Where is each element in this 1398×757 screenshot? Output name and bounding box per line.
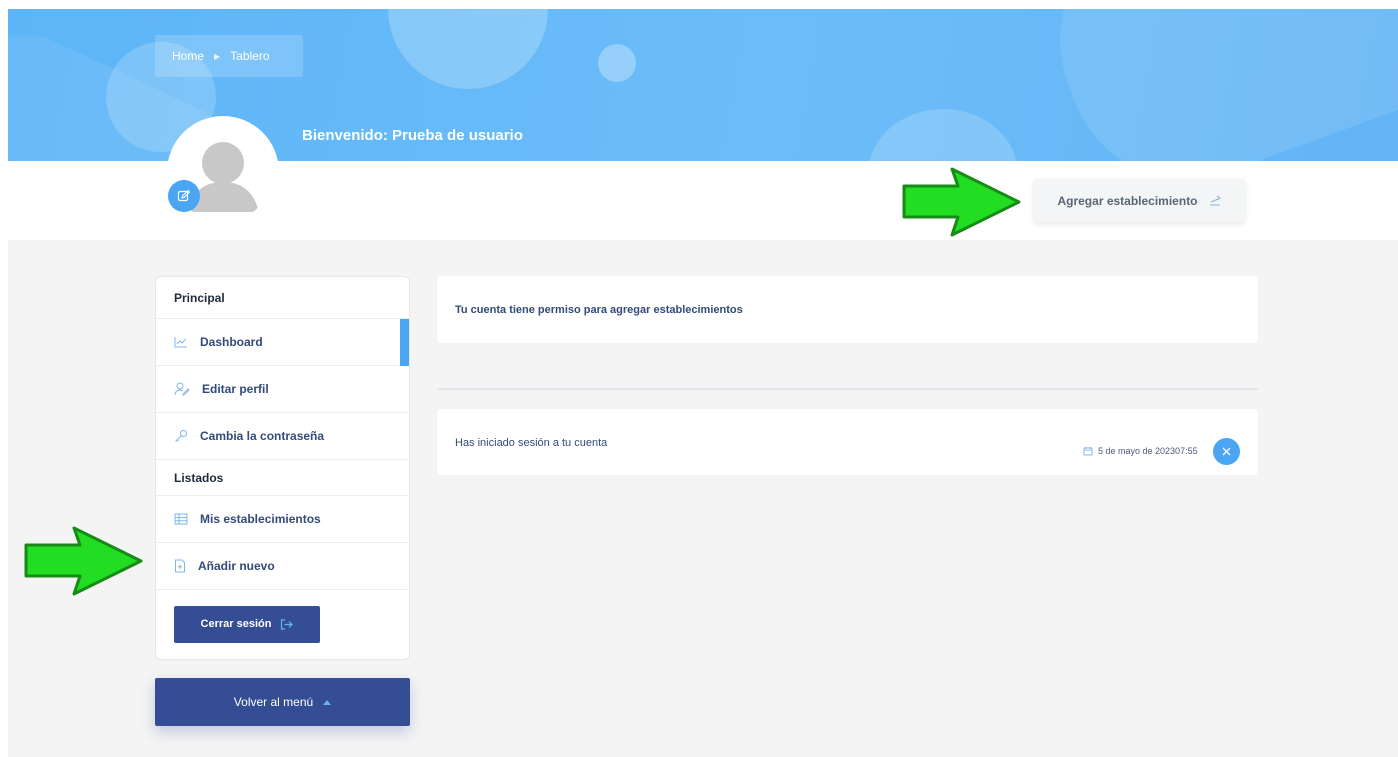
logout-label: Cerrar sesión [200, 618, 272, 630]
decorative-circle [868, 109, 1018, 161]
permission-notice-card: Tu cuenta tiene permiso para agregar est… [437, 276, 1258, 343]
active-indicator [400, 319, 409, 366]
decorative-circle [598, 44, 636, 82]
decorative-circle [388, 9, 548, 89]
sidebar-item-change-password[interactable]: Cambia la contraseña [156, 413, 409, 460]
edit-icon [177, 189, 191, 202]
breadcrumb: Home ▶ Tablero [155, 35, 303, 77]
add-establishment-label: Agregar establecimiento [1057, 193, 1198, 208]
login-notification-date: 5 de mayo de 202307:55 [1083, 446, 1198, 456]
login-notification-date-text: 5 de mayo de 202307:55 [1098, 446, 1198, 456]
breadcrumb-home-link[interactable]: Home [172, 49, 204, 63]
sidebar-item-edit-profile[interactable]: Editar perfil [156, 366, 409, 413]
sidebar-section-principal: Principal [156, 277, 409, 319]
sidebar-item-label: Dashboard [200, 335, 263, 349]
welcome-title: Bienvenido: Prueba de usuario [302, 127, 523, 144]
divider [437, 388, 1258, 390]
sidebar-item-dashboard[interactable]: Dashboard [156, 319, 409, 366]
sidebar-item-label: Cambia la contraseña [200, 429, 325, 443]
chart-icon [174, 337, 187, 348]
calendar-icon [1083, 447, 1093, 456]
sidebar-item-label: Añadir nuevo [198, 559, 275, 573]
logout-container: Cerrar sesión [156, 590, 409, 658]
annotation-arrow-icon [24, 526, 143, 596]
sidebar-item-add-new[interactable]: Añadir nuevo [156, 543, 409, 590]
sidebar-item-label: Editar perfil [202, 382, 269, 396]
back-to-menu-button[interactable]: Volver al menú [155, 678, 410, 726]
breadcrumb-separator-icon: ▶ [214, 51, 221, 61]
sidebar-section-listados: Listados [156, 460, 409, 496]
file-add-icon [175, 559, 185, 573]
table-icon [174, 513, 188, 525]
login-notification-message: Has iniciado sesión a tu cuenta [455, 437, 608, 449]
annotation-arrow-icon [902, 167, 1021, 237]
close-icon [1222, 447, 1231, 456]
decorative-shape [1026, 9, 1398, 161]
logout-button[interactable]: Cerrar sesión [174, 605, 320, 643]
breadcrumb-current: Tablero [230, 49, 270, 63]
back-to-menu-label: Volver al menú [233, 695, 314, 709]
sidebar-item-my-establishments[interactable]: Mis establecimientos [156, 496, 409, 543]
permission-notice-text: Tu cuenta tiene permiso para agregar est… [455, 303, 743, 316]
sign-out-icon [281, 618, 294, 630]
add-establishment-button[interactable]: Agregar establecimiento [1034, 179, 1245, 222]
user-edit-icon [174, 382, 190, 396]
edit-avatar-button[interactable] [168, 180, 200, 212]
caret-up-icon [323, 699, 332, 705]
sidebar-item-label: Mis establecimientos [200, 512, 321, 526]
sidebar: Principal Dashboard Editar perfil Cambia… [155, 276, 410, 660]
dismiss-notification-button[interactable] [1213, 438, 1240, 465]
login-notification-card: Has iniciado sesión a tu cuenta 5 de may… [437, 409, 1258, 475]
add-establishment-icon [1209, 195, 1221, 206]
key-icon [175, 430, 187, 442]
